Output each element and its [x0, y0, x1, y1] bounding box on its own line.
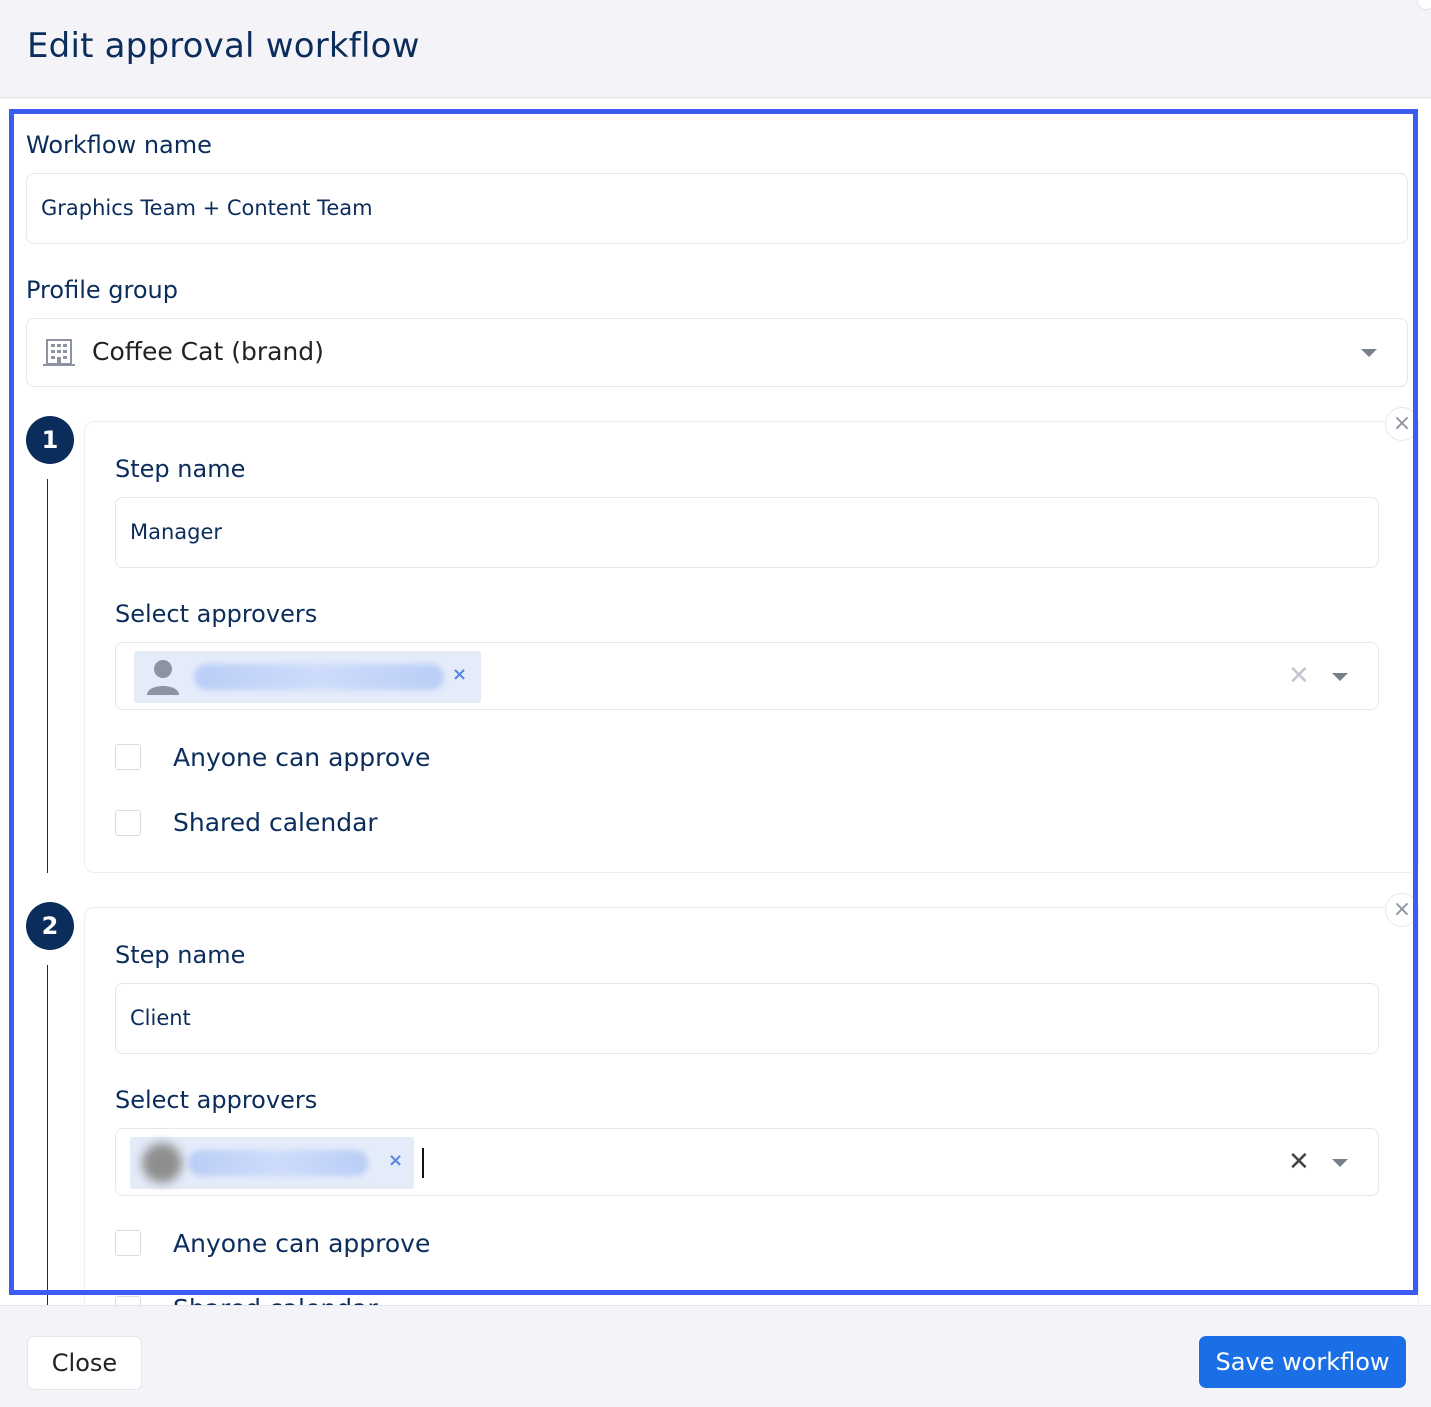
workflow-name-label: Workflow name	[26, 131, 212, 159]
chevron-down-icon[interactable]	[1361, 349, 1377, 357]
step-name-value: Client	[130, 1006, 191, 1030]
profile-group-label: Profile group	[26, 276, 178, 304]
clear-icon[interactable]: ✕	[1288, 1147, 1310, 1177]
workflow-name-input[interactable]: Graphics Team + Content Team	[26, 173, 1408, 244]
select-approvers-label: Select approvers	[115, 600, 318, 628]
approver-chip: ×	[130, 1137, 414, 1189]
dialog-title: Edit approval workflow	[27, 26, 420, 66]
step-name-input[interactable]: Manager	[115, 497, 1379, 568]
workflow-name-value: Graphics Team + Content Team	[41, 196, 373, 220]
step-card-2: Step name Client Select approvers × ✕ An…	[84, 907, 1419, 1305]
step-name-label: Step name	[115, 455, 246, 483]
select-approvers-label: Select approvers	[115, 1086, 318, 1114]
remove-chip-icon[interactable]: ×	[452, 664, 467, 685]
approvers-select[interactable]: × ✕	[115, 642, 1379, 710]
anyone-can-approve-checkbox[interactable]	[115, 744, 141, 770]
user-avatar-icon	[147, 660, 179, 695]
remove-chip-icon[interactable]: ×	[388, 1150, 403, 1171]
dialog-footer: Close Save workflow	[0, 1305, 1431, 1407]
anyone-can-approve-label: Anyone can approve	[173, 1229, 431, 1258]
profile-group-select[interactable]: Coffee Cat (brand)	[26, 318, 1408, 387]
step-card-1: Step name Manager Select approvers × ✕ A…	[84, 421, 1419, 873]
profile-group-value: Coffee Cat (brand)	[92, 337, 324, 366]
close-icon[interactable]	[1417, 0, 1431, 10]
approver-name-redacted	[188, 1150, 368, 1176]
step-name-label: Step name	[115, 941, 246, 969]
approver-name-redacted	[194, 664, 444, 690]
dialog-header: Edit approval workflow	[0, 0, 1431, 98]
clear-icon[interactable]: ✕	[1288, 661, 1310, 691]
shared-calendar-checkbox[interactable]	[115, 810, 141, 836]
step-name-input[interactable]: Client	[115, 983, 1379, 1054]
avatar	[142, 1143, 182, 1183]
close-button[interactable]: Close	[27, 1336, 142, 1390]
step-name-value: Manager	[130, 520, 223, 544]
shared-calendar-label: Shared calendar	[173, 808, 378, 837]
timeline-line	[47, 479, 48, 873]
anyone-can-approve-label: Anyone can approve	[173, 743, 431, 772]
remove-step-button[interactable]: ×	[1385, 407, 1419, 441]
dialog-body[interactable]: Workflow name Graphics Team + Content Te…	[0, 99, 1431, 1305]
remove-step-button[interactable]: ×	[1385, 893, 1419, 927]
chevron-down-icon[interactable]	[1332, 673, 1348, 681]
timeline-line	[47, 965, 48, 1305]
text-cursor	[422, 1148, 424, 1178]
step-number-2: 2	[26, 902, 74, 950]
shared-calendar-checkbox[interactable]	[115, 1296, 141, 1305]
chevron-down-icon[interactable]	[1332, 1159, 1348, 1167]
shared-calendar-label: Shared calendar	[173, 1294, 378, 1305]
save-workflow-button[interactable]: Save workflow	[1199, 1336, 1406, 1388]
step-number-1: 1	[26, 416, 74, 464]
approvers-select[interactable]: × ✕	[115, 1128, 1379, 1196]
building-icon	[43, 339, 75, 366]
anyone-can-approve-checkbox[interactable]	[115, 1230, 141, 1256]
approver-chip: ×	[134, 651, 481, 703]
